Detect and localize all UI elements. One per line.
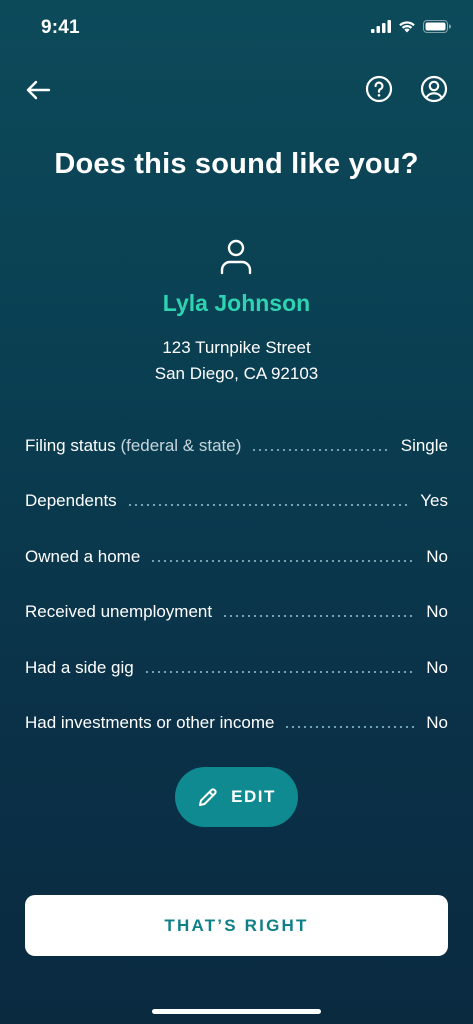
edit-button[interactable]: EDIT [175,767,298,827]
help-button[interactable] [364,74,394,104]
summary-row-label: Received unemployment [25,602,213,622]
summary-row-value: No [426,546,448,566]
wifi-icon [399,21,415,33]
thats-right-button-label: THAT’S RIGHT [164,915,309,935]
summary-row-label: Dependents [25,491,117,511]
dotted-leader [284,726,417,729]
battery-icon [423,20,451,33]
person-icon [220,239,252,275]
summary-row-value: No [426,602,448,622]
summary-row-value: No [426,713,448,733]
dotted-leader [222,615,417,618]
summary-row-dependents: Dependents Yes [25,474,448,530]
user-circle-icon [420,75,448,103]
cellular-signal-icon [371,20,391,33]
arrow-left-icon [26,80,51,100]
summary-row-label: Had a side gig [25,657,134,677]
status-icons [371,20,451,33]
summary-row-side-gig: Had a side gig No [25,640,448,696]
pencil-icon [199,788,217,806]
summary-row-filing-status: Filing status (federal & state) Single [25,418,448,474]
profile-button[interactable] [419,74,449,104]
summary-row-label: Had investments or other income [25,713,275,733]
summary-row-note: (federal & state) [120,435,242,455]
summary-row-value: Single [400,435,448,455]
dotted-leader [150,559,417,562]
summary-row-unemployment: Received unemployment No [25,585,448,641]
user-name: Lyla Johnson [162,290,311,316]
dotted-leader [251,448,391,451]
tax-summary-list: Filing status (federal & state) Single D… [25,418,448,751]
address-line-2: San Diego, CA 92103 [154,364,319,383]
summary-row-owned-home: Owned a home No [25,529,448,585]
summary-row-label: Owned a home [25,546,141,566]
summary-row-value: No [426,657,448,677]
dotted-leader [143,670,417,673]
page-title: Does this sound like you? [54,148,419,180]
status-bar: 9:41 [0,0,473,56]
address-line-1: 123 Turnpike Street [162,338,311,357]
edit-button-label: EDIT [231,787,276,806]
nav-bar [0,66,473,110]
summary-row-investments: Had investments or other income No [25,696,448,752]
back-button[interactable] [22,74,54,106]
dotted-leader [126,504,411,507]
thats-right-button[interactable]: THAT’S RIGHT [25,895,448,956]
question-circle-icon [365,75,393,103]
status-time: 9:41 [41,17,80,38]
summary-row-label: Filing status (federal & state) [25,435,242,455]
home-indicator [152,1009,321,1014]
summary-row-value: Yes [420,491,448,511]
user-address: 123 Turnpike Street San Diego, CA 92103 [0,335,473,387]
